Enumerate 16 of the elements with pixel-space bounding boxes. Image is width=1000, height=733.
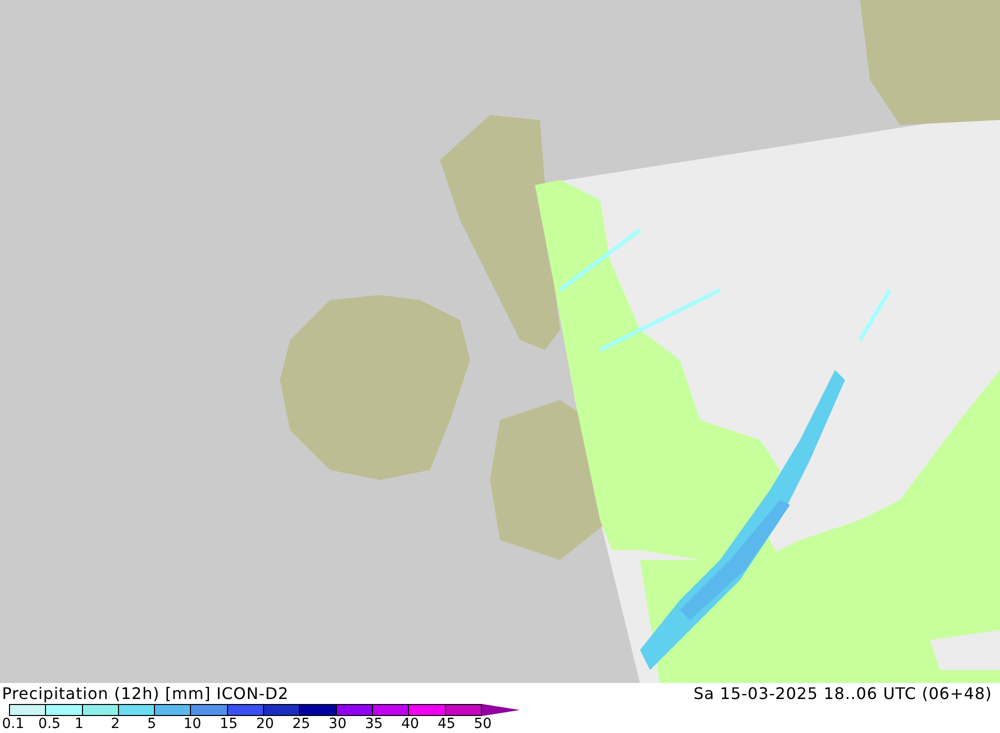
- legend-label: 30: [328, 716, 348, 732]
- legend-label: 50: [474, 716, 493, 732]
- legend-label: 0.1: [2, 716, 26, 732]
- legend-label: 25: [292, 716, 312, 732]
- map-title: Precipitation (12h) [mm] ICON-D2: [2, 684, 289, 703]
- legend-label: 0.5: [38, 716, 62, 732]
- legend-label: 10: [183, 716, 202, 732]
- legend-label: 45: [438, 716, 456, 732]
- legend-label: 2: [110, 716, 121, 732]
- legend-label: 35: [364, 716, 384, 732]
- legend-label: 40: [401, 716, 420, 732]
- legend-label: 5: [147, 716, 158, 732]
- legend-label: 15: [220, 716, 239, 732]
- valid-time: Sa 15-03-2025 18..06 UTC (06+48): [693, 684, 992, 703]
- legend-label: 20: [256, 716, 275, 732]
- legend-label: 1: [74, 716, 85, 732]
